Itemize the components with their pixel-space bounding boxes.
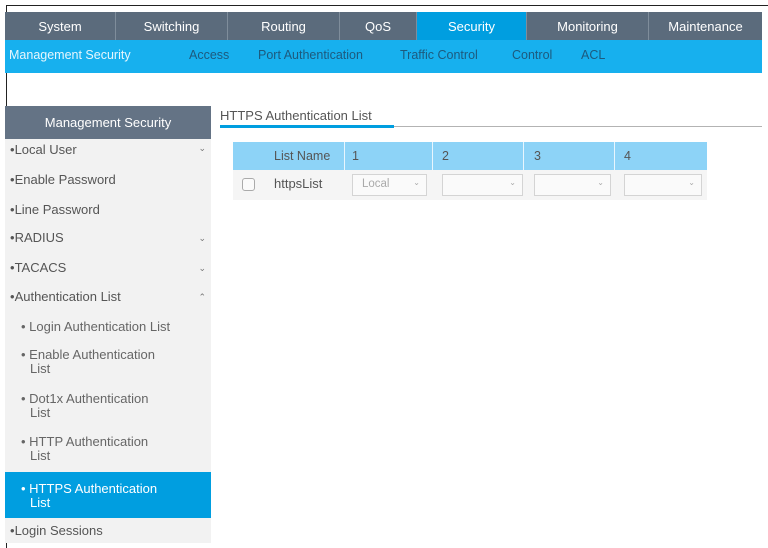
column-divider [614, 142, 615, 170]
tab-label: Monitoring [557, 18, 618, 34]
table-header: List Name 1 2 3 4 [233, 142, 707, 170]
table-row: httpsList Local ⌄ ⌄ ⌄ ⌄ [233, 170, 707, 200]
column-divider [344, 142, 345, 170]
sidebar-item-label: •Local User [10, 142, 77, 157]
chevron-down-icon: ⌄ [198, 233, 206, 243]
subnav-traffic-control[interactable]: Traffic Control [400, 40, 478, 73]
sidebar-item-authentication-list[interactable]: •Authentication List ⌃ [5, 289, 211, 313]
list-name-cell: httpsList [274, 176, 323, 191]
sidebar: Management Security •Local User ⌄ •Enabl… [5, 106, 211, 543]
tab-security[interactable]: Security [417, 12, 527, 40]
sidebar-subitem-dot1x-authentication-list[interactable]: • Dot1x Authentication List [5, 392, 211, 426]
subnav-access[interactable]: Access [189, 40, 229, 73]
tab-label: Security [448, 18, 495, 34]
sidebar-item-label: •Enable Password [10, 172, 116, 187]
chevron-down-icon: ⌄ [597, 178, 604, 187]
subnav-control[interactable]: Control [512, 40, 552, 73]
page-title: HTTPS Authentication List [220, 108, 372, 123]
column-header-3: 3 [534, 149, 541, 163]
sidebar-item-line-password[interactable]: •Line Password [5, 202, 211, 226]
column-divider [432, 142, 433, 170]
sub-navigation: Management Security Access Port Authenti… [5, 40, 762, 73]
tab-monitoring[interactable]: Monitoring [527, 12, 649, 40]
sidebar-item-radius[interactable]: •RADIUS ⌄ [5, 230, 211, 254]
column-header-1: 1 [352, 149, 359, 163]
sidebar-item-login-sessions[interactable]: •Login Sessions [5, 523, 211, 543]
method-1-select[interactable]: Local ⌄ [352, 174, 427, 196]
tab-routing[interactable]: Routing [228, 12, 340, 40]
method-4-select[interactable]: ⌄ [624, 174, 702, 196]
tab-switching[interactable]: Switching [116, 12, 228, 40]
sidebar-subitem-label: • Login Authentication List [21, 319, 171, 334]
column-divider [523, 142, 524, 170]
chevron-down-icon: ⌄ [198, 263, 206, 273]
chevron-down-icon: ⌄ [509, 178, 516, 187]
chevron-down-icon: ⌄ [198, 143, 206, 153]
row-select-checkbox[interactable] [242, 178, 255, 191]
sidebar-item-label: •Login Sessions [10, 523, 103, 538]
chevron-down-icon: ⌄ [413, 178, 420, 187]
sidebar-item-label: •Line Password [10, 202, 100, 217]
subnav-acl[interactable]: ACL [581, 40, 605, 73]
column-header-2: 2 [442, 149, 449, 163]
tab-label: Routing [261, 18, 306, 34]
chevron-up-icon: ⌃ [198, 292, 206, 302]
tab-maintenance[interactable]: Maintenance [649, 12, 762, 40]
method-2-select[interactable]: ⌄ [442, 174, 523, 196]
sidebar-item-enable-password[interactable]: •Enable Password [5, 172, 211, 196]
sidebar-subitem-login-authentication-list[interactable]: • Login Authentication List [5, 318, 211, 340]
sidebar-subitem-http-authentication-list[interactable]: • HTTP Authentication List [5, 435, 211, 469]
sidebar-subitem-enable-authentication-list[interactable]: • Enable Authentication List [5, 348, 211, 382]
top-navigation: System Switching Routing QoS Security Mo… [5, 12, 762, 40]
tab-label: QoS [364, 18, 391, 34]
tab-label: Switching [143, 18, 200, 34]
tab-qos[interactable]: QoS [340, 12, 417, 40]
title-accent-bar [220, 125, 394, 128]
sidebar-header: Management Security [5, 106, 211, 139]
sidebar-subitem-label: • Enable Authentication List [21, 347, 155, 376]
sidebar-subitem-label: • HTTPS Authentication List [21, 481, 158, 510]
chevron-down-icon: ⌄ [688, 178, 695, 187]
sidebar-item-label: •Authentication List [10, 289, 121, 304]
sidebar-subitem-label: • Dot1x Authentication List [21, 391, 149, 420]
method-1-value: Local [362, 178, 390, 190]
column-header-list-name: List Name [274, 149, 331, 163]
subnav-port-authentication[interactable]: Port Authentication [258, 40, 363, 73]
tab-label: System [38, 18, 82, 34]
sidebar-item-tacacs[interactable]: •TACACS ⌄ [5, 260, 211, 284]
column-header-4: 4 [624, 149, 631, 163]
sidebar-item-label: •RADIUS [10, 230, 64, 245]
sidebar-item-label: •TACACS [10, 260, 67, 275]
method-3-select[interactable]: ⌄ [534, 174, 611, 196]
sidebar-header-label: Management Security [44, 115, 172, 130]
tab-label: Maintenance [668, 18, 743, 34]
tab-system[interactable]: System [5, 12, 116, 40]
sidebar-item-local-user[interactable]: •Local User ⌄ [5, 142, 211, 166]
sidebar-subitem-https-authentication-list[interactable]: • HTTPS Authentication List [5, 472, 211, 518]
subnav-management-security[interactable]: Management Security [9, 40, 131, 73]
sidebar-subitem-label: • HTTP Authentication List [21, 434, 149, 463]
